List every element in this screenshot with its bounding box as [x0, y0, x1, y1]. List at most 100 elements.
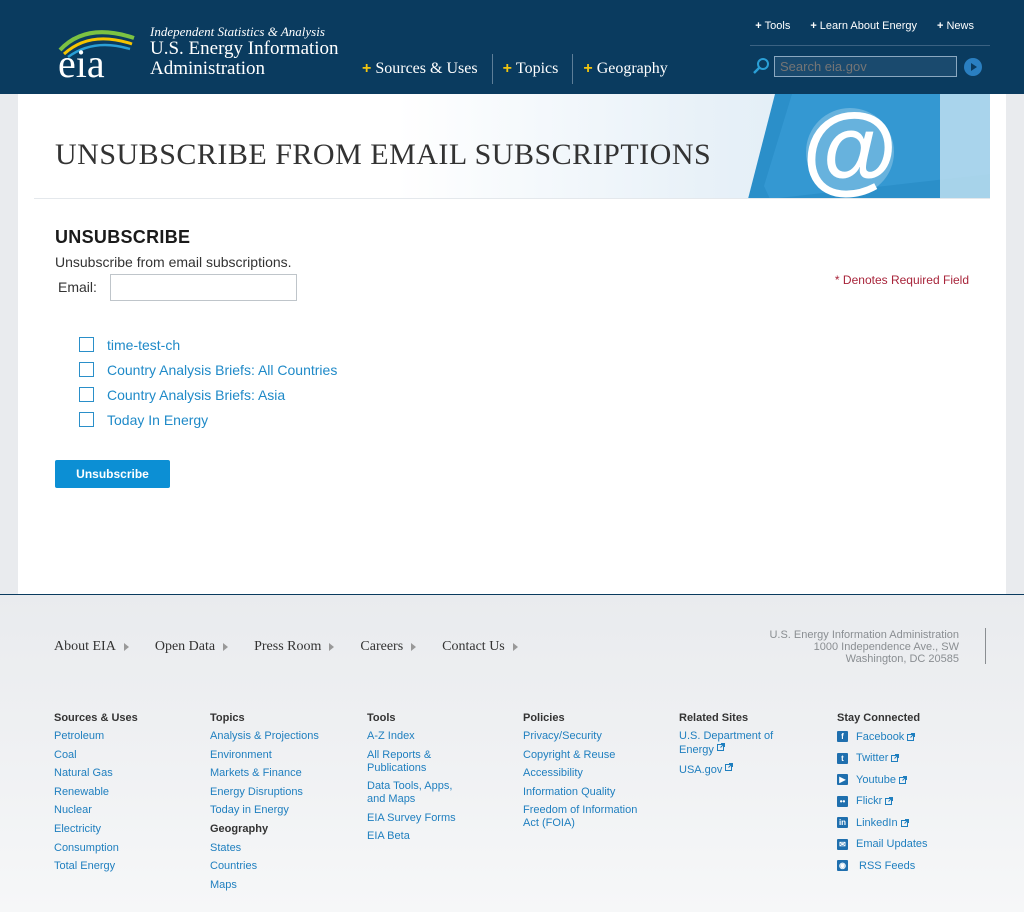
footer-link[interactable]: A-Z Index [367, 730, 467, 743]
util-label: Learn About Energy [819, 20, 918, 32]
footer-link[interactable]: States [210, 842, 319, 855]
footer-link[interactable]: Coal [54, 749, 138, 762]
search-submit-button[interactable] [964, 58, 982, 76]
footer-link[interactable]: Petroleum [54, 730, 138, 743]
util-label: Tools [764, 20, 791, 32]
footer-link[interactable]: Energy Disruptions [210, 786, 319, 799]
footer-link[interactable]: U.S. Department of Energy [679, 730, 789, 757]
footer-link[interactable]: Privacy/Security [523, 730, 648, 743]
external-link-icon [891, 754, 900, 762]
external-link-icon [898, 775, 907, 784]
footer-link[interactable]: EIA Beta [367, 830, 467, 843]
util-learn-about-energy[interactable]: + Learn About Energy [810, 20, 917, 32]
email-field[interactable] [110, 274, 297, 301]
footer-link[interactable]: Copyright & Reuse [523, 749, 648, 762]
footer-nav-about-eia[interactable]: About EIA [54, 639, 129, 655]
plus-icon: + [937, 20, 944, 32]
footer-link-label: USA.gov [679, 763, 723, 776]
subscription-checkbox[interactable] [79, 387, 94, 402]
email-icon: ✉ [837, 838, 848, 850]
address-line: U.S. Energy Information Administration [769, 629, 959, 641]
email-at-icon: @ [748, 94, 990, 198]
footer-nav-careers[interactable]: Careers [360, 639, 417, 655]
address-line: Washington, DC 20585 [845, 653, 959, 665]
footer-link[interactable]: Markets & Finance [210, 767, 319, 780]
social-label: Twitter [856, 752, 889, 764]
unsubscribe-button[interactable]: Unsubscribe [55, 460, 170, 488]
subscription-label[interactable]: time-test-ch [107, 337, 180, 353]
subscription-item[interactable]: Country Analysis Briefs: All Countries [79, 357, 337, 382]
footer-link[interactable]: Electricity [54, 823, 138, 836]
footer-link[interactable]: Accessibility [523, 767, 648, 780]
subscription-checkbox[interactable] [79, 362, 94, 377]
social-label: Facebook [856, 730, 905, 743]
footer-link[interactable]: Countries [210, 860, 319, 873]
search-input[interactable] [774, 56, 957, 77]
subscription-item[interactable]: Country Analysis Briefs: Asia [79, 382, 337, 407]
social-label: Flickr [856, 795, 883, 807]
social-twitter[interactable]: t Twitter [837, 752, 928, 765]
subscription-label[interactable]: Country Analysis Briefs: All Countries [107, 362, 337, 378]
util-tools[interactable]: + Tools [755, 20, 790, 32]
subscription-item[interactable]: Today In Energy [79, 407, 337, 432]
footer-nav-label: Press Room [254, 639, 322, 654]
footer-link[interactable]: Consumption [54, 842, 138, 855]
footer-link[interactable]: Renewable [54, 786, 138, 799]
subscription-label[interactable]: Today In Energy [107, 412, 208, 428]
search-divider [750, 45, 990, 46]
footer-nav: About EIA Open Data Press Room Careers C… [54, 639, 518, 655]
arrow-right-icon [223, 643, 229, 651]
util-news[interactable]: + News [937, 20, 974, 32]
footer-nav-label: About EIA [54, 639, 116, 654]
logo-org-line2: Administration [150, 58, 266, 79]
footer-link[interactable]: Analysis & Projections [210, 730, 319, 743]
social-flickr[interactable]: •• Flickr [837, 795, 928, 808]
social-label: RSS Feeds [859, 859, 916, 872]
external-link-icon [885, 797, 894, 805]
social-label: LinkedIn [856, 816, 898, 829]
footer-link[interactable]: Maps [210, 879, 319, 892]
footer-link[interactable]: Today in Energy [210, 804, 319, 817]
footer-link[interactable]: Environment [210, 749, 319, 762]
footer-link[interactable]: USA.gov [679, 762, 789, 777]
arrow-right-icon [411, 643, 417, 651]
social-label: Youtube [856, 773, 896, 786]
site-header: eia Independent Statistics & Analysis U.… [0, 0, 1024, 94]
social-linkedin[interactable]: in LinkedIn [837, 816, 928, 829]
external-link-icon [716, 743, 725, 751]
plus-icon: + [583, 60, 593, 77]
footer-nav-open-data[interactable]: Open Data [155, 639, 229, 655]
footer-link-label: U.S. Department of Energy [679, 730, 774, 756]
footer-nav-press-room[interactable]: Press Room [254, 639, 335, 655]
subscription-checkbox[interactable] [79, 337, 94, 352]
subscription-label[interactable]: Country Analysis Briefs: Asia [107, 387, 285, 403]
footer-link[interactable]: Total Energy [54, 860, 138, 873]
footer-column-title: Related Sites [679, 712, 749, 724]
footer-column-stay-connected: Stay Connected f Facebook t Twitter ▶ Youtu… [837, 712, 928, 881]
social-label: Email Updates [856, 838, 928, 850]
social-youtube[interactable]: ▶ Youtube [837, 773, 928, 786]
logo-wordmark[interactable]: Independent Statistics & Analysis U.S. E… [150, 24, 339, 79]
footer-column-title: Stay Connected [837, 712, 921, 724]
footer-nav-contact-us[interactable]: Contact Us [442, 639, 518, 655]
eia-logo[interactable]: eia [56, 20, 136, 80]
nav-sources-uses[interactable]: + Sources & Uses [352, 54, 493, 84]
search-icon [753, 58, 769, 74]
footer-link[interactable]: Nuclear [54, 804, 138, 817]
subscription-item[interactable]: time-test-ch [79, 332, 337, 357]
utility-nav: + Tools + Learn About Energy + News [755, 20, 974, 32]
footer-link[interactable]: Freedom of Information Act (FOIA) [523, 804, 648, 830]
footer-column-title: Tools [367, 712, 396, 724]
social-email-updates[interactable]: ✉ Email Updates [837, 838, 928, 851]
subscription-checkbox[interactable] [79, 412, 94, 427]
nav-topics[interactable]: + Topics [493, 54, 574, 84]
social-facebook[interactable]: f Facebook [837, 730, 928, 743]
plus-icon: + [362, 60, 372, 77]
nav-geography[interactable]: + Geography [573, 54, 681, 84]
social-rss-feeds[interactable]: ◉ RSS Feeds [837, 859, 928, 872]
footer-link[interactable]: Data Tools, Apps, and Maps [367, 780, 467, 806]
footer-link[interactable]: Natural Gas [54, 767, 138, 780]
footer-link[interactable]: Information Quality [523, 786, 648, 799]
footer-link[interactable]: EIA Survey Forms [367, 812, 467, 825]
footer-link[interactable]: All Reports & Publications [367, 749, 467, 775]
